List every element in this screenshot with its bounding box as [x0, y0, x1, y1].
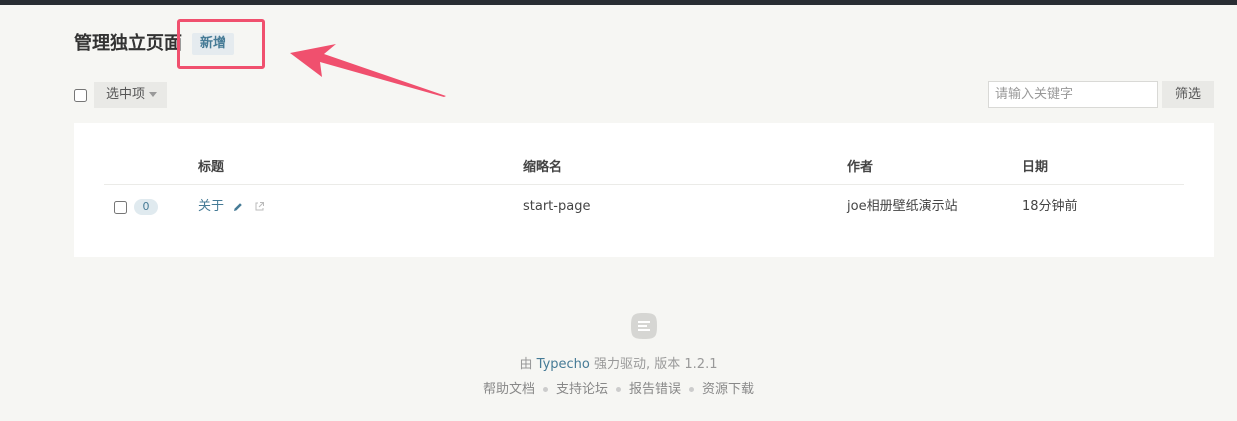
- selected-items-dropdown[interactable]: 选中项: [94, 82, 168, 108]
- annotation-arrow-icon: [290, 44, 446, 97]
- selected-items-label: 选中项: [106, 87, 146, 102]
- separator-dot: [542, 387, 548, 392]
- pages-table: 标题 缩略名 作者 日期 0 关于 start-page joe相册壁纸演示站 …: [74, 123, 1214, 257]
- footer-link-resources-download[interactable]: 资源下载: [702, 382, 754, 397]
- page-title-link[interactable]: 关于: [198, 199, 224, 214]
- column-header-author: 作者: [847, 160, 874, 175]
- column-header-slug: 缩略名: [523, 160, 563, 175]
- powered-suffix: 强力驱动, 版本 1.2.1: [594, 357, 718, 372]
- comment-count-badge[interactable]: 0: [134, 199, 158, 215]
- footer-links: 帮助文档 支持论坛 报告错误 资源下载: [0, 378, 1237, 397]
- row-checkbox[interactable]: [114, 201, 127, 214]
- date-cell: 18分钟前: [1022, 199, 1078, 214]
- search-input[interactable]: [988, 81, 1158, 108]
- caret-down-icon: [149, 92, 158, 97]
- column-header-date: 日期: [1022, 160, 1049, 175]
- slug-cell: start-page: [523, 199, 591, 214]
- footer-link-support-forum[interactable]: 支持论坛: [556, 382, 608, 397]
- edit-pencil-icon[interactable]: [232, 201, 244, 213]
- powered-prefix: 由: [519, 357, 533, 372]
- page-title: 管理独立页面: [74, 33, 182, 54]
- author-cell: joe相册壁纸演示站: [847, 199, 958, 214]
- header-divider: [104, 184, 1184, 185]
- annotation-highlight-box: [177, 19, 265, 69]
- footer-powered-by: 由 Typecho 强力驱动, 版本 1.2.1: [0, 353, 1237, 372]
- column-header-title: 标题: [198, 160, 225, 175]
- top-bar: [0, 0, 1237, 5]
- typecho-link[interactable]: Typecho: [537, 357, 590, 372]
- filter-button[interactable]: 筛选: [1162, 81, 1214, 108]
- typecho-logo-icon: [631, 313, 657, 339]
- title-cell: 关于: [198, 199, 265, 215]
- external-link-icon[interactable]: [254, 201, 265, 212]
- separator-dot: [689, 387, 695, 392]
- separator-dot: [616, 387, 621, 392]
- footer-link-report-bug[interactable]: 报告错误: [629, 382, 681, 397]
- footer-link-help-docs[interactable]: 帮助文档: [483, 382, 535, 397]
- select-all-checkbox[interactable]: [74, 89, 87, 102]
